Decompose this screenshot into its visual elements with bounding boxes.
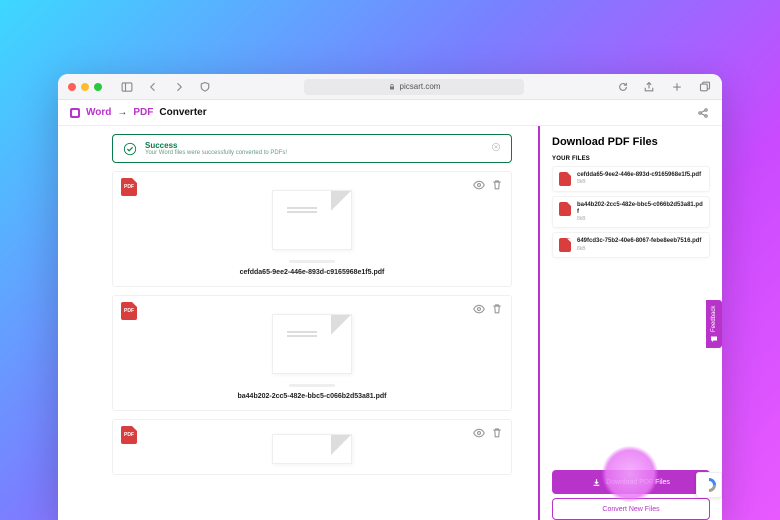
lock-icon <box>388 83 396 91</box>
file-item-size: 8kB <box>577 246 701 252</box>
preview-icon[interactable] <box>473 302 485 320</box>
pdf-badge-icon: PDF <box>121 426 137 444</box>
minimize-window-button[interactable] <box>81 83 89 91</box>
file-card: PDF ba44b202-2cc5-482e-bbc5-c066b2d53a81… <box>112 295 512 411</box>
header-arrow: → <box>117 107 127 118</box>
feedback-tab[interactable]: Feedback <box>706 300 722 348</box>
header-converter: Converter <box>159 107 206 118</box>
reload-button[interactable] <box>616 80 630 94</box>
sidebar-panel: Download PDF Files YOUR FILES cefdda65-9… <box>540 126 722 520</box>
content-area: Success Your Word files were successfull… <box>58 126 722 520</box>
page-thumbnail[interactable] <box>272 434 352 464</box>
browser-titlebar: picsart.com <box>58 74 722 100</box>
browser-window: picsart.com Word → PDF Converter <box>58 74 722 520</box>
share-page-icon[interactable] <box>696 106 710 120</box>
pdf-icon <box>559 202 571 216</box>
page-thumbnail[interactable] <box>272 314 352 374</box>
forward-button[interactable] <box>172 80 186 94</box>
file-list-item[interactable]: 649fcd3c-75b2-40e6-8067-febe8eeb7516.pdf… <box>552 232 710 258</box>
header-word: Word <box>86 107 111 118</box>
feedback-label: Feedback <box>711 305 717 331</box>
check-circle-icon <box>123 142 137 156</box>
delete-icon[interactable] <box>491 178 503 196</box>
tabs-button[interactable] <box>698 80 712 94</box>
close-window-button[interactable] <box>68 83 76 91</box>
url-text: picsart.com <box>400 82 441 91</box>
delete-icon[interactable] <box>491 302 503 320</box>
success-banner: Success Your Word files were successfull… <box>112 134 512 163</box>
file-item-size: 8kB <box>577 216 703 222</box>
recaptcha-icon <box>702 478 716 492</box>
your-files-label: YOUR FILES <box>552 156 710 162</box>
file-name-label: cefdda65-9ee2-446e-893d-c9165968e1f5.pdf <box>240 269 385 276</box>
file-item-name: 649fcd3c-75b2-40e6-8067-febe8eeb7516.pdf <box>577 238 701 245</box>
shield-icon[interactable] <box>198 80 212 94</box>
address-bar[interactable]: picsart.com <box>304 79 524 95</box>
file-list-item[interactable]: ba44b202-2cc5-482e-bbc5-c066b2d53a81.pdf… <box>552 196 710 228</box>
preview-icon[interactable] <box>473 426 485 444</box>
pdf-badge-icon: PDF <box>121 178 137 196</box>
download-button-label: Download PDF Files <box>606 479 670 486</box>
back-button[interactable] <box>146 80 160 94</box>
pdf-icon <box>559 172 571 186</box>
file-name-label: ba44b202-2cc5-482e-bbc5-c066b2d53a81.pdf <box>237 393 386 400</box>
file-item-name: ba44b202-2cc5-482e-bbc5-c066b2d53a81.pdf <box>577 202 703 216</box>
main-panel: Success Your Word files were successfull… <box>58 126 540 520</box>
file-card: PDF cefdda65-9ee2-446e-893d-c9165968e1f5… <box>112 171 512 287</box>
banner-subtitle: Your Word files were successfully conver… <box>145 150 287 156</box>
window-controls <box>68 83 102 91</box>
preview-icon[interactable] <box>473 178 485 196</box>
file-list-item[interactable]: cefdda65-9ee2-446e-893d-c9165968e1f5.pdf… <box>552 166 710 192</box>
download-icon <box>592 478 601 487</box>
sidebar-toggle-icon[interactable] <box>120 80 134 94</box>
banner-title: Success <box>145 141 287 150</box>
chat-icon <box>710 335 718 343</box>
header-pdf: PDF <box>133 107 153 118</box>
thumbnail-scroll-handle[interactable] <box>289 260 335 263</box>
share-button[interactable] <box>642 80 656 94</box>
new-tab-button[interactable] <box>670 80 684 94</box>
app-logo-icon[interactable] <box>70 108 80 118</box>
thumbnail-scroll-handle[interactable] <box>289 384 335 387</box>
app-header: Word → PDF Converter <box>58 100 722 126</box>
download-all-button[interactable]: Download PDF Files <box>552 470 710 494</box>
file-item-size: 8kB <box>577 179 701 185</box>
delete-icon[interactable] <box>491 426 503 444</box>
page-thumbnail[interactable] <box>272 190 352 250</box>
maximize-window-button[interactable] <box>94 83 102 91</box>
recaptcha-badge[interactable] <box>696 472 722 498</box>
convert-button-label: Convert New Files <box>602 506 659 513</box>
banner-close-button[interactable] <box>491 142 501 155</box>
convert-new-button[interactable]: Convert New Files <box>552 498 710 520</box>
pdf-badge-icon: PDF <box>121 302 137 320</box>
file-item-name: cefdda65-9ee2-446e-893d-c9165968e1f5.pdf <box>577 172 701 179</box>
pdf-icon <box>559 238 571 252</box>
file-card: PDF <box>112 419 512 475</box>
sidebar-title: Download PDF Files <box>552 136 710 148</box>
file-list: cefdda65-9ee2-446e-893d-c9165968e1f5.pdf… <box>552 166 710 258</box>
